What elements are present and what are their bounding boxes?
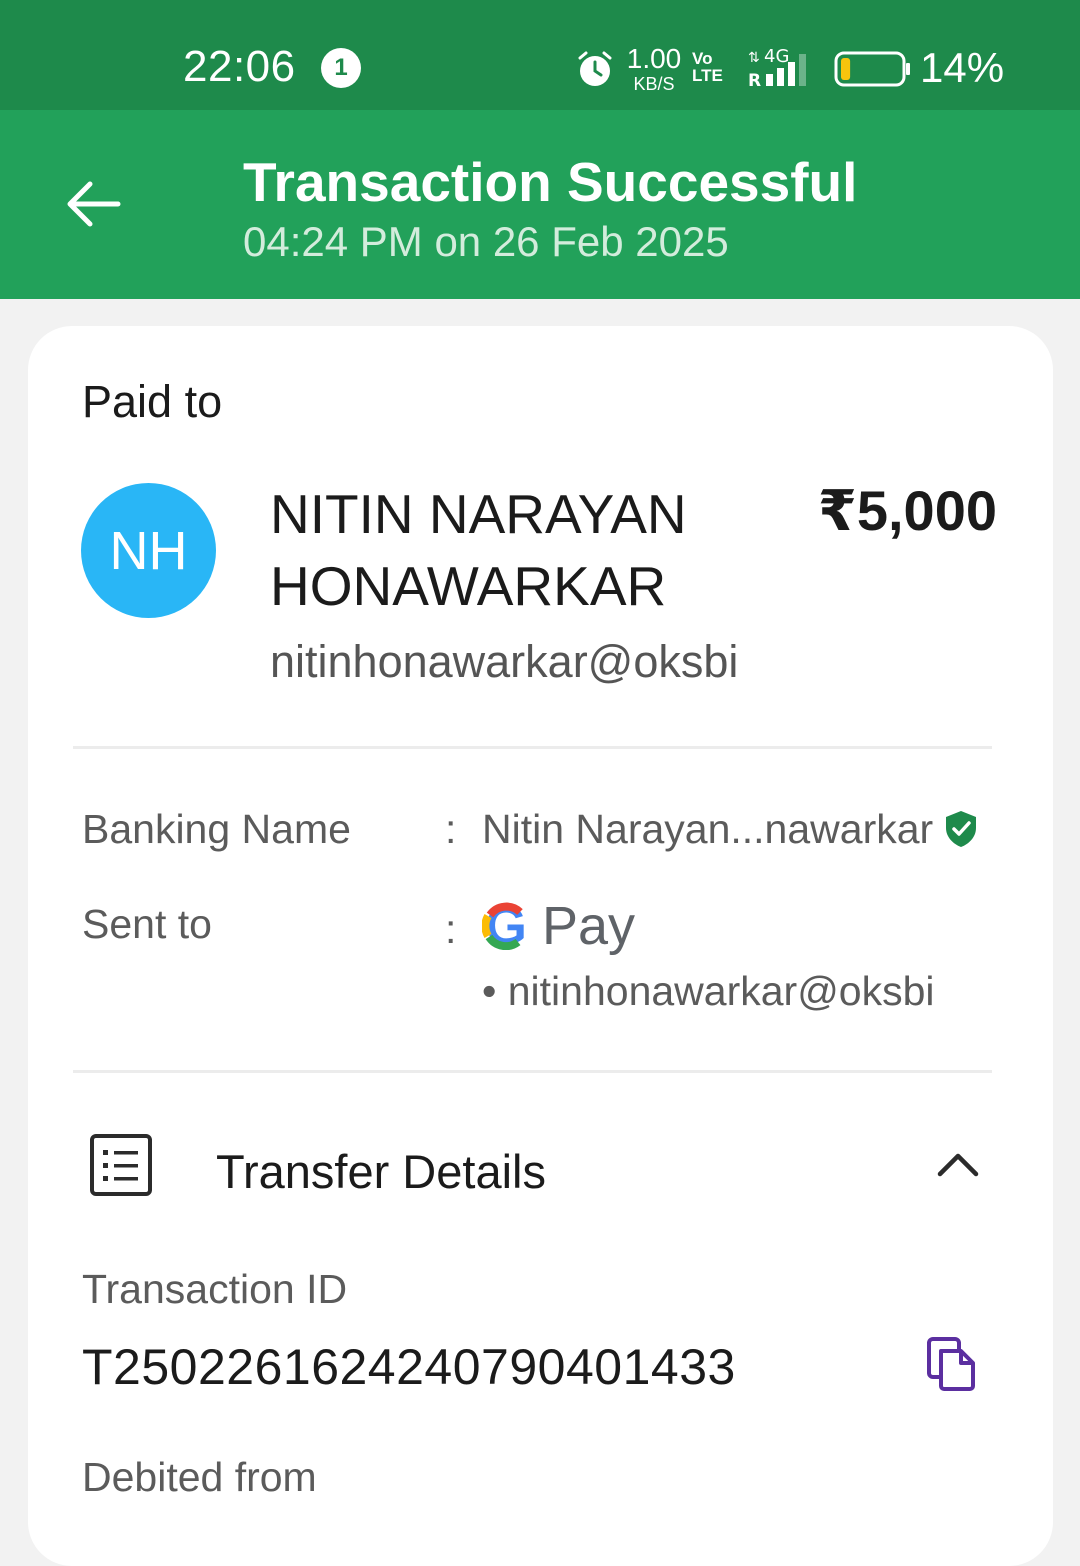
transaction-timestamp: 04:24 PM on 26 Feb 2025 [243, 218, 729, 265]
gpay-logo: G Pay [482, 894, 635, 958]
banking-name-label: Banking Name [82, 806, 351, 852]
network-speed: 1.00 KB/S [624, 43, 684, 94]
google-g-icon: G [482, 902, 527, 950]
network-speed-value: 1.00 [626, 43, 682, 74]
alarm-icon [578, 51, 612, 86]
sent-to-separator: : [445, 906, 457, 952]
signal-icon: ⇅ 4G R [748, 46, 806, 90]
transaction-id-value: T2502261624240790401433 [82, 1339, 736, 1395]
debited-from-label: Debited from [82, 1454, 317, 1500]
battery-fill [841, 58, 851, 80]
network-speed-unit: KB/S [633, 74, 675, 94]
transaction-card: Paid to NH NITIN NARAYAN HONAWARKAR ₹5,0… [28, 326, 1053, 1566]
gpay-label: Pay [542, 896, 636, 956]
volte-indicator: Vo LTE [692, 50, 723, 84]
sent-to-label: Sent to [82, 901, 212, 947]
amount: ₹5,000 [817, 479, 997, 542]
volte-bottom: LTE [692, 66, 723, 85]
notification-badge: 1 [321, 48, 361, 88]
divider [73, 746, 992, 749]
banking-name-separator: : [445, 806, 457, 852]
verified-shield-icon [946, 811, 976, 847]
battery-icon [834, 51, 910, 87]
payee-name-line2: HONAWARKAR [270, 555, 667, 617]
payee-name: NITIN NARAYAN HONAWARKAR [270, 478, 740, 622]
sent-to-upi-id: • nitinhonawarkar@oksbi [482, 968, 935, 1014]
page-title: Transaction Successful [243, 151, 858, 213]
copy-icon[interactable] [926, 1336, 978, 1392]
battery-percent: 14% [920, 44, 1005, 91]
receipt-list-icon [90, 1134, 152, 1196]
transfer-details-title[interactable]: Transfer Details [216, 1144, 546, 1199]
header: Transaction Successful 04:24 PM on 26 Fe… [0, 110, 1080, 299]
transaction-id-label: Transaction ID [82, 1266, 348, 1312]
avatar: NH [81, 483, 216, 618]
status-time: 22:06 [183, 42, 296, 91]
paid-to-label: Paid to [82, 376, 223, 427]
divider [73, 1070, 992, 1073]
svg-text:⇅: ⇅ [748, 50, 760, 66]
chevron-up-icon[interactable] [934, 1146, 982, 1182]
network-type: 4G [764, 46, 789, 67]
payee-upi-id: nitinhonawarkar@oksbi [270, 636, 739, 687]
status-bar: 22:06 1 1.00 KB/S Vo LTE ⇅ 4G R 14% [0, 0, 1080, 110]
back-arrow-icon[interactable] [62, 172, 126, 236]
payee-name-line1: NITIN NARAYAN [270, 483, 687, 545]
roaming-indicator: R [748, 71, 761, 90]
banking-name-value: Nitin Narayan...nawarkar [482, 806, 934, 852]
